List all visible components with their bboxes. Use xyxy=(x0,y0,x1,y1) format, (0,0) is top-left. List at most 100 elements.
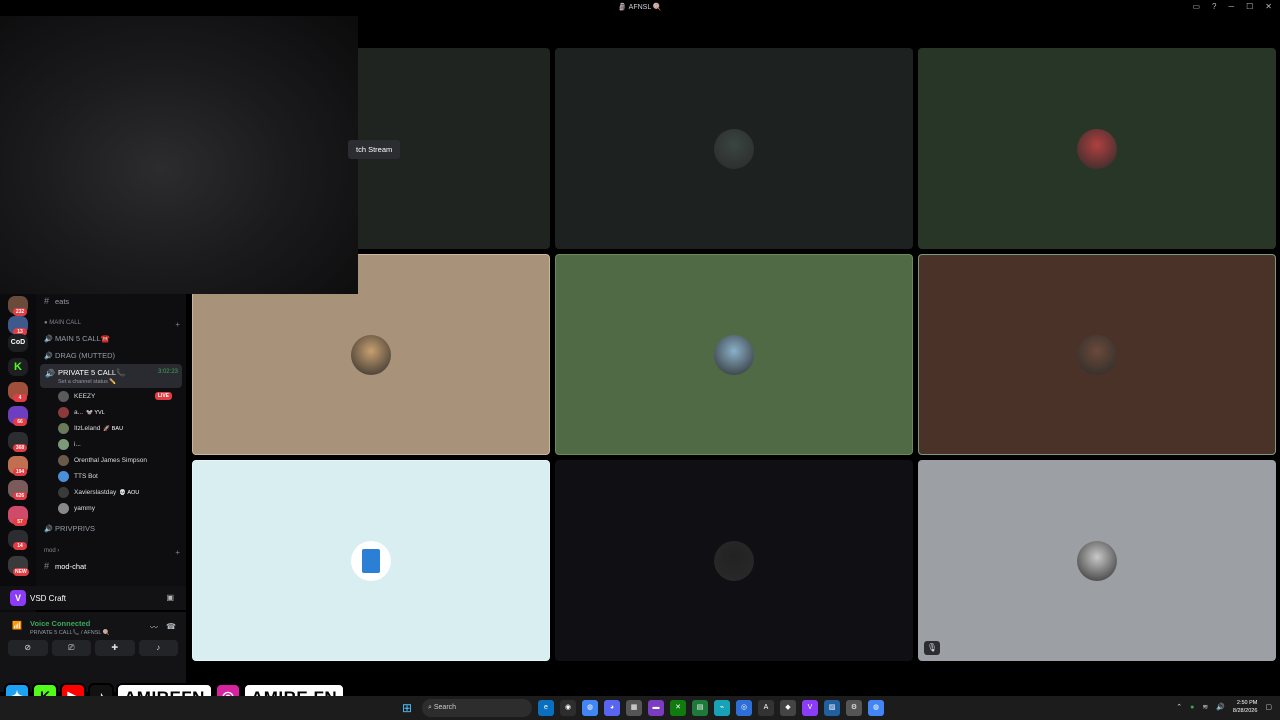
window-controls: ▭ ? ─ ☐ ✕ xyxy=(1192,2,1272,11)
voice-member[interactable]: ItzLeland 🚀 BAU xyxy=(58,422,180,436)
member-tag: 🐭 YVL xyxy=(86,410,105,416)
chrome-icon[interactable]: ◍ xyxy=(582,700,598,716)
speaker-icon: 🔊 xyxy=(44,353,53,360)
add-channel-icon[interactable]: + xyxy=(175,548,180,557)
server-icon[interactable]: K xyxy=(8,358,28,376)
windows-start-icon[interactable]: ⊞ xyxy=(402,701,412,715)
mention-badge: NEW xyxy=(13,568,29,576)
soundboard-button[interactable]: ♪ xyxy=(138,640,178,656)
mention-badge: 232 xyxy=(13,308,27,316)
spreadsheet-icon[interactable]: ▤ xyxy=(692,700,708,716)
photos-icon[interactable]: ▨ xyxy=(824,700,840,716)
voice-member[interactable]: yammy xyxy=(58,502,180,516)
channel-private5[interactable]: 🔊 PRIVATE 5 CALL📞 Set a channel status ✏… xyxy=(40,364,182,388)
discord-icon[interactable]: ◕ xyxy=(604,700,620,716)
category-mod[interactable]: mod › + xyxy=(44,548,180,557)
server-name: VSD Craft xyxy=(30,594,67,603)
mention-badge: 194 xyxy=(13,468,27,476)
participant-tile[interactable] xyxy=(555,48,913,249)
voice-member[interactable]: KEEZY LIVE xyxy=(58,390,180,404)
server-panel[interactable]: V VSD Craft ▣ xyxy=(0,586,186,610)
vsd-icon[interactable]: V xyxy=(802,700,818,716)
avatar xyxy=(58,407,69,418)
watch-stream-button[interactable]: tch Stream xyxy=(348,140,401,159)
help-icon[interactable]: ? xyxy=(1212,2,1216,11)
mention-badge: 4 xyxy=(13,394,27,402)
member-tag: 💀 AOU xyxy=(119,490,140,496)
voice-member[interactable]: Xavierslastday 💀 AOU xyxy=(58,486,180,500)
channel-privprivs[interactable]: 🔊 PRIVPRIVS xyxy=(44,524,182,533)
xbox-icon[interactable]: ✕ xyxy=(670,700,686,716)
mic-icon[interactable]: ● xyxy=(1190,704,1194,711)
participant-avatar xyxy=(1077,128,1117,169)
voice-member[interactable]: i... xyxy=(58,438,180,452)
channel-main5[interactable]: 🔊 MAIN 5 CALL☎️ xyxy=(44,334,182,343)
speaker-icon: 🔊 xyxy=(44,336,53,343)
title-bar: 🗿 AFNSL 🍭 ▭ ? ─ ☐ ✕ xyxy=(0,0,1280,16)
taskbar: ⊞ ⌕ Search e ◉ ◍ ◕ ▦ ▬ ✕ ▤ ⌁ ◎ A ◆ V ▨ ⚙… xyxy=(0,696,1280,720)
member-name: Xavierslastday xyxy=(74,489,117,496)
camera-off-button[interactable]: ⊘ xyxy=(8,640,48,656)
disconnect-icon[interactable]: ☎ xyxy=(166,622,176,633)
speaker-icon: 🔊 xyxy=(44,526,53,533)
app-icon[interactable]: ◎ xyxy=(736,700,752,716)
voice-member[interactable]: Orenthal James Simpson xyxy=(58,454,180,468)
avatar xyxy=(58,471,69,482)
app-icon[interactable]: ◉ xyxy=(560,700,576,716)
channel-mod-chat[interactable]: # mod-chat xyxy=(44,561,182,571)
avatar xyxy=(58,503,69,514)
noise-icon[interactable]: 〰 xyxy=(150,622,158,633)
member-name: TTS Bot xyxy=(74,473,98,480)
channel-eats[interactable]: # eats xyxy=(44,296,182,306)
signal-icon: 📶 xyxy=(12,621,22,630)
participant-avatar xyxy=(714,540,754,581)
activities-button[interactable]: ✚ xyxy=(95,640,135,656)
clock[interactable]: 2:50 PM 8/28/2026 xyxy=(1233,699,1257,715)
mention-badge: 14 xyxy=(13,542,27,550)
screen-icon[interactable]: ▣ xyxy=(166,593,174,602)
app-icon[interactable]: ◆ xyxy=(780,700,796,716)
avatar xyxy=(58,423,69,434)
chevron-up-icon[interactable]: ⌃ xyxy=(1176,703,1182,711)
participant-tile[interactable] xyxy=(918,48,1276,249)
edge-icon[interactable]: e xyxy=(538,700,554,716)
volume-icon[interactable]: 🔊 xyxy=(1216,703,1225,711)
maximize-icon[interactable]: ☐ xyxy=(1246,2,1253,11)
category-main-call[interactable]: ● MAIN CALL + xyxy=(44,320,180,329)
speaker-icon: 🔊 xyxy=(45,369,55,378)
screen-share-button[interactable]: ⎚ xyxy=(51,640,91,656)
voice-status[interactable]: Voice Connected xyxy=(30,619,90,628)
participant-avatar xyxy=(714,334,754,375)
avatar xyxy=(58,439,69,450)
chrome-icon[interactable]: ◍ xyxy=(868,700,884,716)
inbox-icon[interactable]: ▭ xyxy=(1192,2,1200,11)
mention-badge: 626 xyxy=(13,492,27,500)
taskbar-apps: e ◉ ◍ ◕ ▦ ▬ ✕ ▤ ⌁ ◎ A ◆ V ▨ ⚙ ◍ xyxy=(538,700,884,716)
vsd-logo: V xyxy=(10,590,26,606)
server-icon[interactable]: CoD xyxy=(8,334,28,352)
app-icon[interactable]: A xyxy=(758,700,774,716)
app-icon[interactable]: ⌁ xyxy=(714,700,730,716)
participant-tile[interactable] xyxy=(192,460,550,661)
minimize-icon[interactable]: ─ xyxy=(1228,2,1234,11)
participant-avatar xyxy=(1077,540,1117,581)
participant-tile[interactable] xyxy=(918,254,1276,455)
voice-member[interactable]: a... 🐭 YVL xyxy=(58,406,180,420)
close-icon[interactable]: ✕ xyxy=(1265,2,1272,11)
member-name: i... xyxy=(74,441,81,448)
voice-channel[interactable]: PRIVATE 5 CALL📞 / AFNSL 🍭 xyxy=(30,630,110,636)
participant-tile[interactable]: 🎙 xyxy=(918,460,1276,661)
voice-member[interactable]: TTS Bot xyxy=(58,470,180,484)
participant-tile[interactable] xyxy=(555,460,913,661)
add-channel-icon[interactable]: + xyxy=(175,320,180,329)
app-icon[interactable]: ▬ xyxy=(648,700,664,716)
wifi-icon[interactable]: ≋ xyxy=(1202,703,1208,711)
channel-drag[interactable]: 🔊 DRAG (MUTTED) xyxy=(44,351,182,360)
participant-tile[interactable] xyxy=(555,254,913,455)
notification-icon[interactable]: ▢ xyxy=(1265,703,1272,711)
taskbar-search[interactable]: ⌕ Search xyxy=(422,699,532,717)
member-name: KEEZY xyxy=(74,393,96,400)
calculator-icon[interactable]: ▦ xyxy=(626,700,642,716)
mention-badge: 57 xyxy=(13,518,27,526)
settings-icon[interactable]: ⚙ xyxy=(846,700,862,716)
